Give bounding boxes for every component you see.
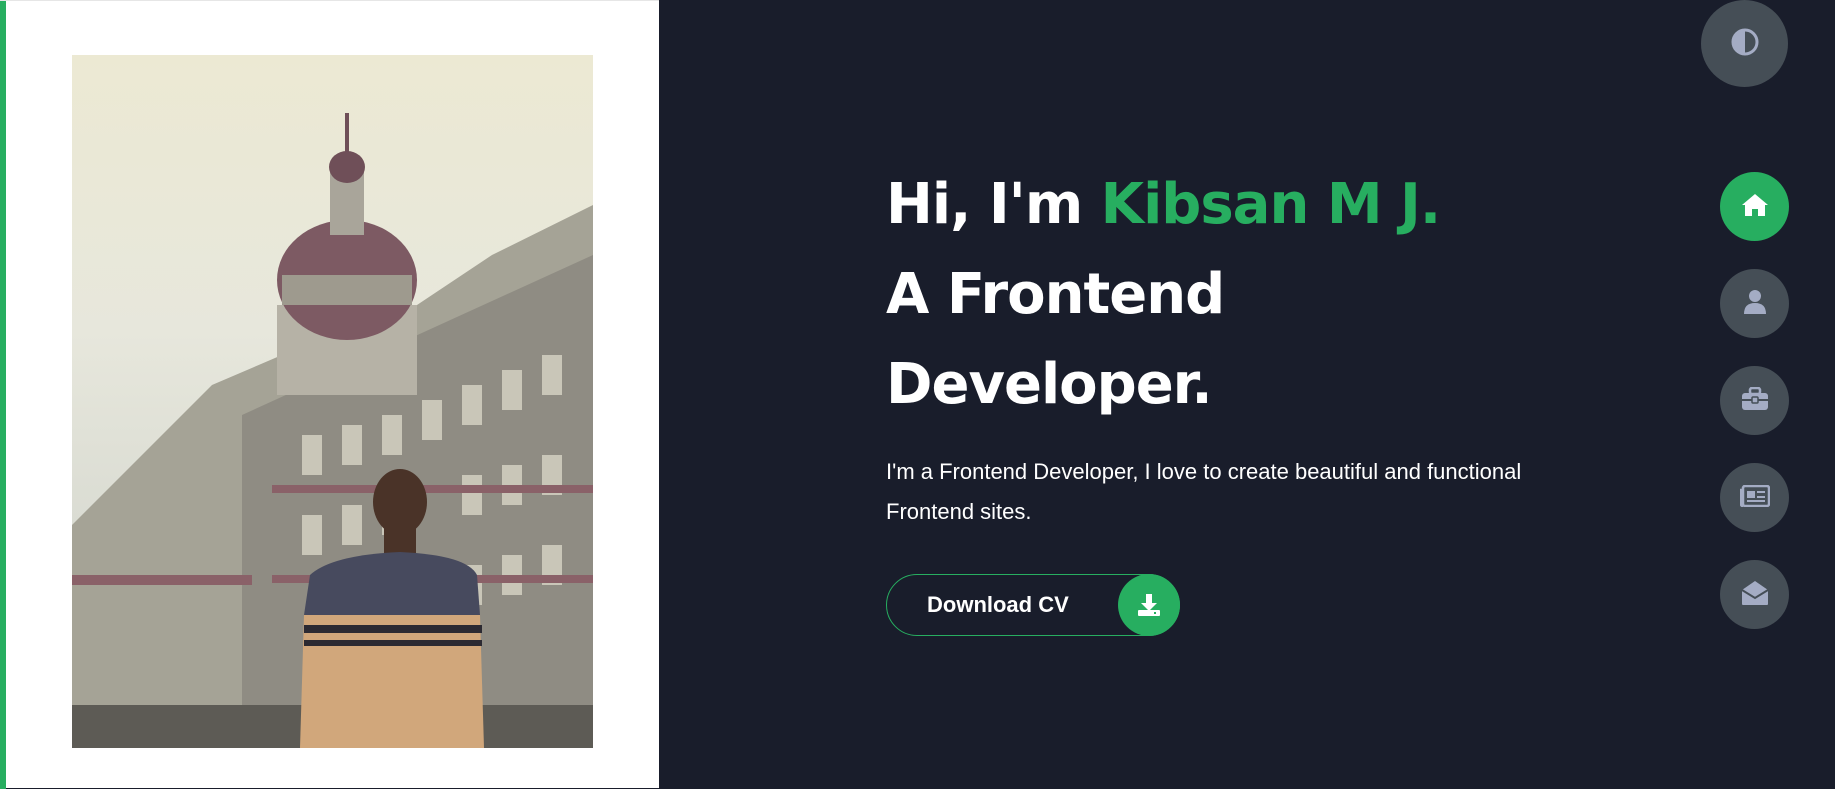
profile-image-panel: [0, 0, 659, 789]
download-icon: [1118, 574, 1180, 636]
envelope-open-icon: [1740, 580, 1769, 610]
nav-portfolio-button[interactable]: [1720, 366, 1789, 435]
nav-home-button[interactable]: [1720, 172, 1789, 241]
nav-contact-button[interactable]: [1720, 560, 1789, 629]
newspaper-icon: [1739, 484, 1770, 511]
download-cv-label: Download CV: [927, 592, 1069, 617]
nav-about-button[interactable]: [1720, 269, 1789, 338]
greeting-text: Hi, I'm: [886, 172, 1083, 237]
theme-toggle-button[interactable]: [1701, 0, 1788, 87]
accent-bar: [0, 1, 6, 789]
hero-title: Hi, I'm Kibsan M J. A Frontend Developer…: [886, 160, 1526, 430]
profile-photo: [72, 55, 593, 748]
nav-blogs-button[interactable]: [1720, 463, 1789, 532]
name-highlight: Kibsan M J.: [1100, 172, 1441, 237]
contrast-icon: [1731, 28, 1759, 60]
hero-section: Hi, I'm Kibsan M J. A Frontend Developer…: [886, 160, 1526, 532]
user-icon: [1743, 289, 1767, 319]
role-line-2: Developer.: [886, 352, 1213, 417]
home-icon: [1741, 192, 1769, 222]
hero-description: I'm a Frontend Developer, I love to crea…: [886, 459, 1522, 524]
download-cv-button[interactable]: Download CV: [886, 574, 1180, 636]
role-line-1: A Frontend: [886, 262, 1225, 327]
briefcase-icon: [1741, 386, 1769, 415]
